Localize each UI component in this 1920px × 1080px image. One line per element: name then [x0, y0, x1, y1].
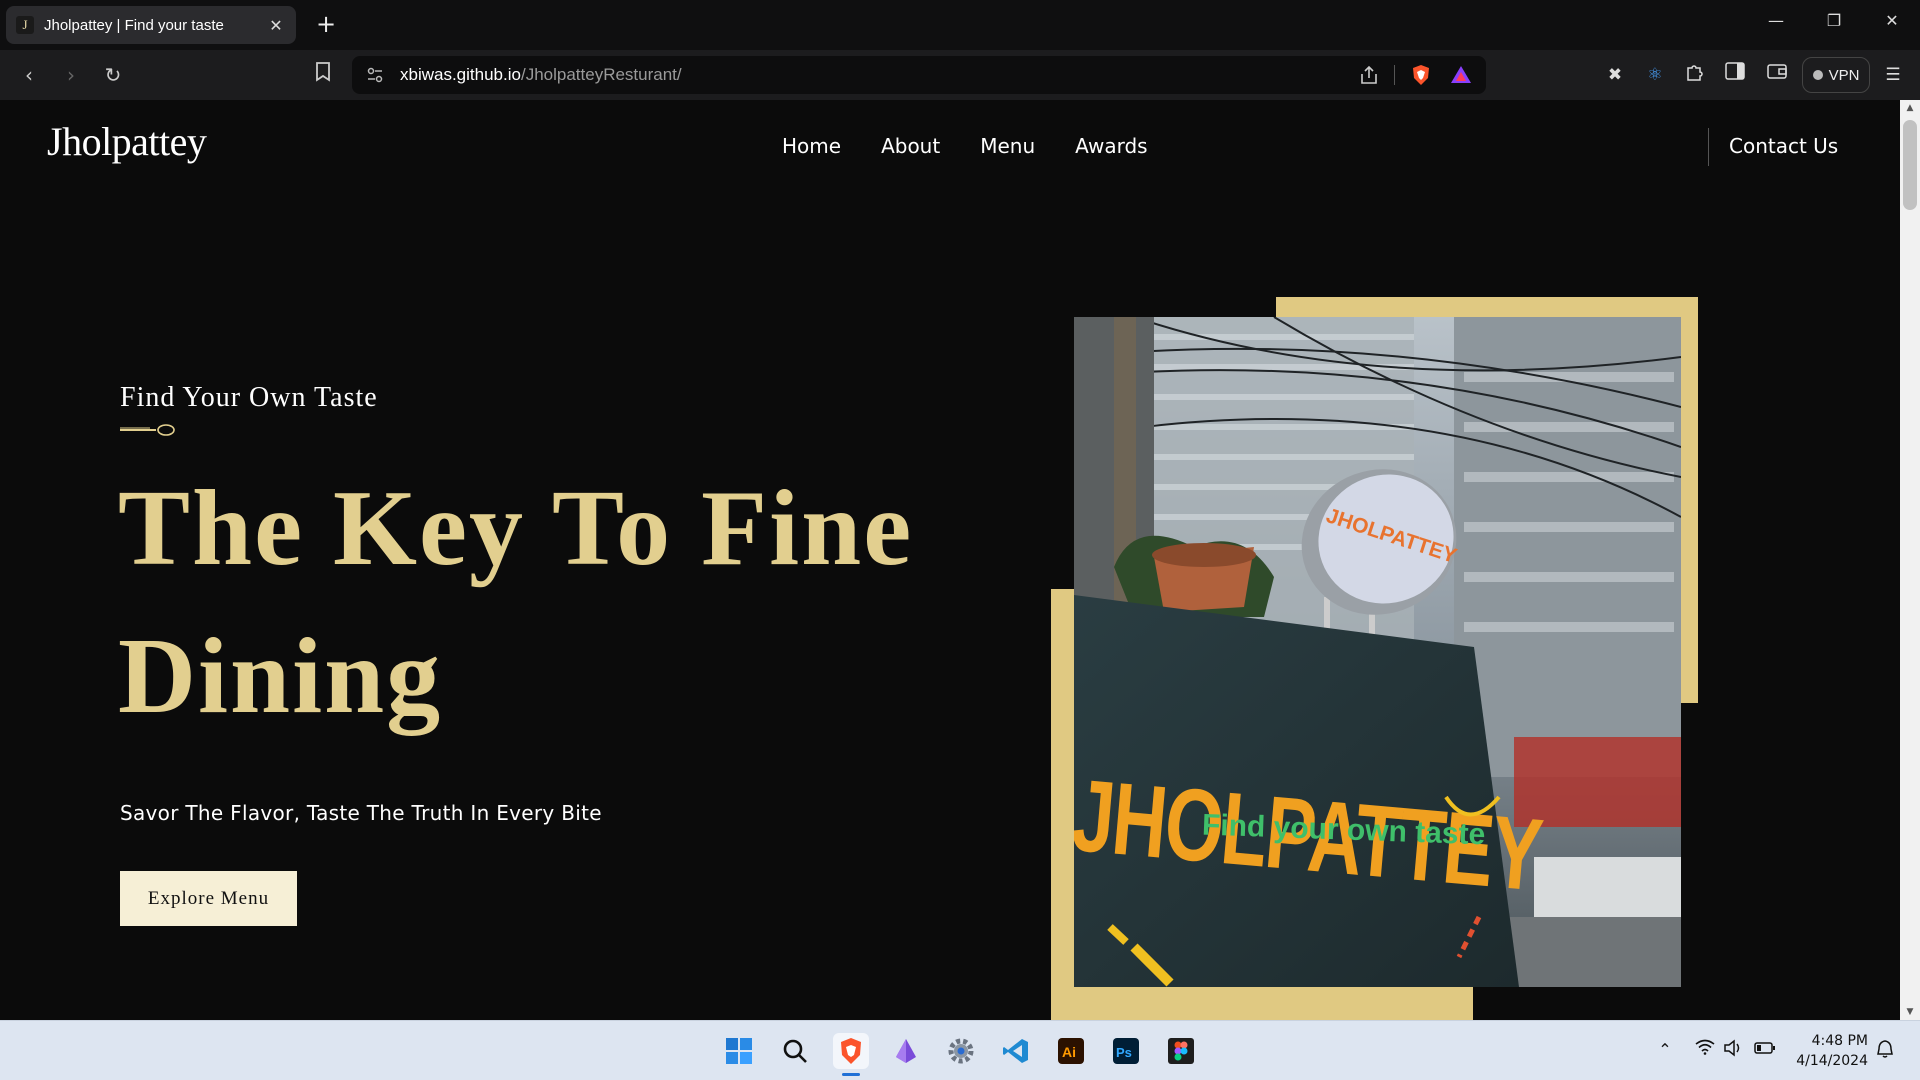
hero-eyebrow: Find Your Own Taste — [120, 382, 378, 413]
site-settings-icon[interactable] — [366, 66, 384, 84]
new-tab-button[interactable]: + — [312, 10, 340, 38]
main-nav: Home About Menu Awards — [782, 134, 1148, 158]
browser-tab-active[interactable]: J Jholpattey | Find your taste ✕ — [6, 6, 296, 44]
extensions-puzzle-icon[interactable] — [1682, 62, 1708, 88]
wallet-icon[interactable] — [1764, 62, 1790, 88]
notification-bell-icon[interactable] — [1874, 1039, 1896, 1061]
site-favicon-icon: J — [16, 16, 34, 34]
taskbar-brave-icon[interactable] — [833, 1033, 869, 1069]
x-extension-icon[interactable]: ✖ — [1602, 62, 1628, 88]
url-domain: xbiwas.github.io — [400, 65, 521, 84]
contact-us-link[interactable]: Contact Us — [1729, 134, 1838, 158]
volume-icon[interactable] — [1722, 1039, 1744, 1061]
scrollbar-thumb[interactable] — [1903, 120, 1917, 210]
restaurant-sign-photo: JHOLPATTEY JHOLPATTEY Find your own tast… — [1074, 317, 1681, 987]
url-path: /JholpatteyResturant/ — [520, 65, 682, 84]
nav-home[interactable]: Home — [782, 134, 841, 158]
address-bar[interactable]: xbiwas.github.io/JholpatteyResturant/ — [352, 56, 1486, 94]
taskbar-app-crystal-icon[interactable] — [888, 1033, 924, 1069]
show-hidden-icons-chevron-icon[interactable]: ⌃ — [1654, 1039, 1676, 1061]
nav-about[interactable]: About — [881, 134, 940, 158]
battery-icon[interactable] — [1754, 1039, 1776, 1061]
windows-taskbar: Ai Ps ⌃ 4:48 PM 4/14/2024 — [0, 1020, 1920, 1080]
web-page: Jholpattey Home About Menu Awards Contac… — [0, 100, 1900, 1020]
vpn-status-icon — [1812, 70, 1823, 80]
hero-photo: JHOLPATTEY JHOLPATTEY Find your own tast… — [1074, 317, 1681, 987]
react-devtools-icon[interactable]: ⚛ — [1642, 62, 1668, 88]
clock-date: 4/14/2024 — [1796, 1053, 1868, 1069]
vpn-button[interactable]: VPN — [1802, 57, 1870, 93]
menu-hamburger-icon[interactable]: ☰ — [1880, 62, 1906, 88]
taskbar-settings-gear-icon[interactable] — [943, 1033, 979, 1069]
brave-shields-icon[interactable] — [1410, 64, 1432, 86]
wifi-icon[interactable] — [1694, 1039, 1716, 1061]
clock-time: 4:48 PM — [1811, 1033, 1868, 1049]
nav-divider — [1708, 128, 1709, 166]
reload-icon[interactable]: ↻ — [100, 62, 126, 88]
hero-headline-line1: The Key To Fine — [118, 469, 914, 588]
hero-headline-line2: Dining — [118, 617, 443, 736]
site-logo[interactable]: Jholpattey — [47, 118, 207, 165]
vpn-label: VPN — [1828, 66, 1860, 84]
windows-start-icon[interactable] — [721, 1033, 757, 1069]
browser-tab-bar: J Jholpattey | Find your taste ✕ + — ❐ ✕ — [0, 0, 1920, 50]
taskbar-photoshop-icon[interactable]: Ps — [1108, 1033, 1144, 1069]
hero-subheadline: Savor The Flavor, Taste The Truth In Eve… — [120, 801, 602, 825]
back-arrow-icon[interactable]: ‹ — [16, 62, 42, 88]
scroll-up-arrow-icon[interactable]: ▲ — [1900, 100, 1920, 116]
sidebar-icon[interactable] — [1722, 62, 1748, 88]
brave-rewards-icon[interactable] — [1450, 64, 1472, 86]
svg-text:Ai: Ai — [1062, 1044, 1076, 1060]
url-text[interactable]: xbiwas.github.io/JholpatteyResturant/ — [400, 65, 682, 85]
hero-headline: The Key To Fine Dining — [118, 455, 938, 751]
bookmark-icon[interactable] — [310, 62, 336, 88]
tab-close-icon[interactable]: ✕ — [266, 16, 286, 35]
page-scrollbar[interactable]: ▲ ▼ — [1900, 100, 1920, 1020]
minimize-window-icon[interactable]: — — [1748, 0, 1804, 40]
nav-awards[interactable]: Awards — [1075, 134, 1147, 158]
forward-arrow-icon[interactable]: › — [58, 62, 84, 88]
svg-text:Ps: Ps — [1116, 1045, 1132, 1060]
taskbar-clock[interactable]: 4:48 PM 4/14/2024 — [1788, 1031, 1868, 1071]
tab-title: Jholpattey | Find your taste — [44, 16, 224, 34]
nav-menu[interactable]: Menu — [980, 134, 1035, 158]
search-icon[interactable] — [777, 1033, 813, 1069]
scroll-down-arrow-icon[interactable]: ▼ — [1900, 1004, 1920, 1020]
restore-window-icon[interactable]: ❐ — [1806, 0, 1862, 40]
address-divider — [1394, 65, 1395, 85]
explore-menu-button[interactable]: Explore Menu — [120, 871, 297, 926]
spoon-divider-icon — [120, 424, 175, 436]
taskbar-figma-icon[interactable] — [1163, 1033, 1199, 1069]
close-window-icon[interactable]: ✕ — [1864, 0, 1920, 40]
active-app-indicator — [842, 1073, 860, 1076]
share-icon[interactable] — [1358, 64, 1380, 86]
taskbar-illustrator-icon[interactable]: Ai — [1053, 1033, 1089, 1069]
taskbar-vscode-icon[interactable] — [998, 1033, 1034, 1069]
